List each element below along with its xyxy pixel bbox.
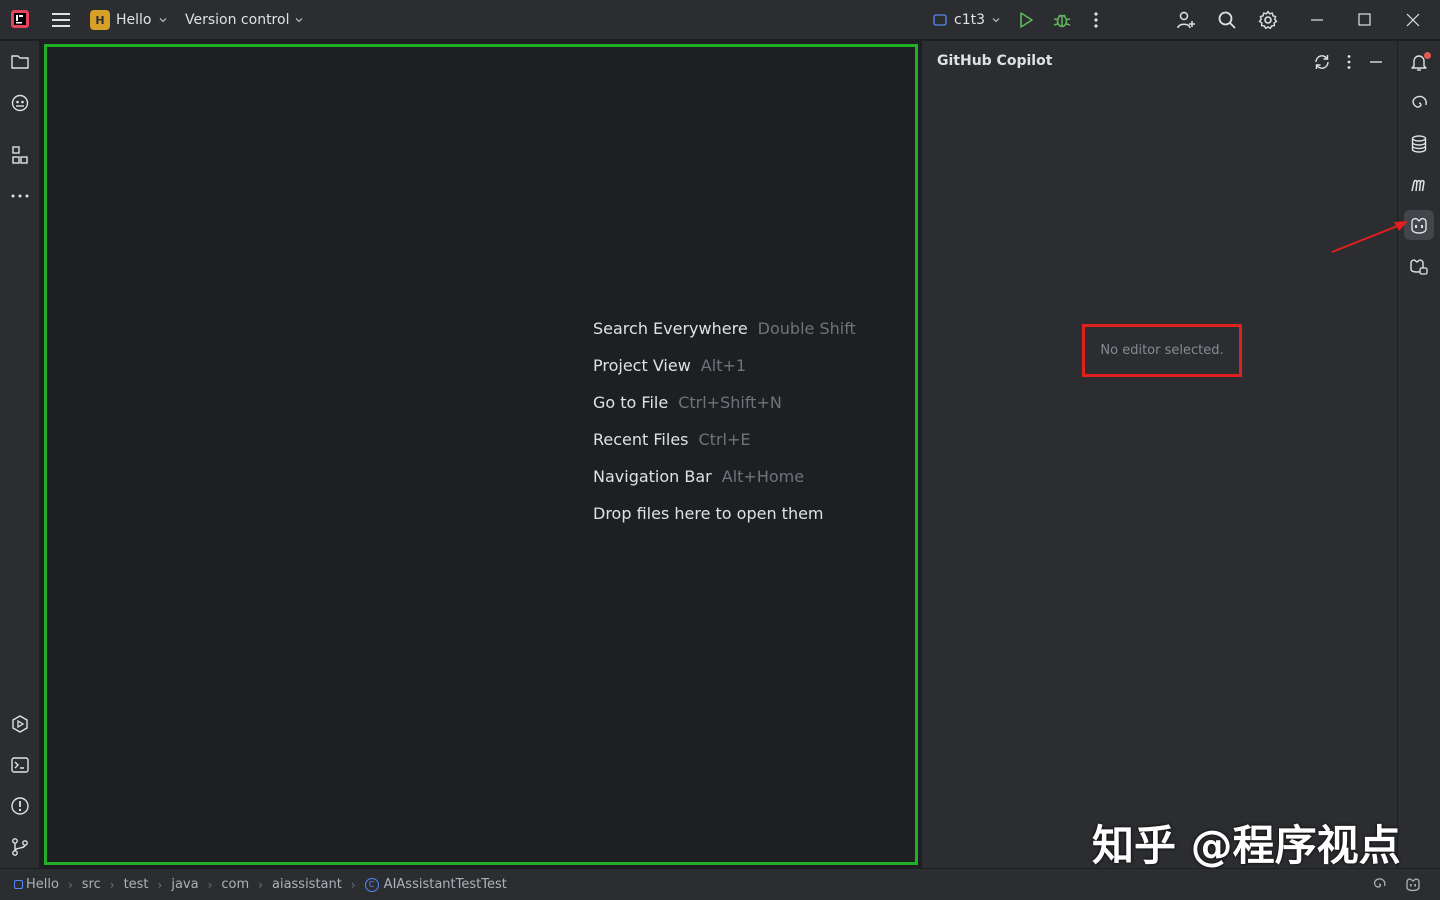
breadcrumb-item[interactable]: Hello — [26, 877, 59, 892]
empty-editor-hints: Search Everywhere Double Shift Project Vi… — [593, 319, 856, 541]
add-user-icon[interactable] — [1176, 10, 1196, 30]
run-config-icon — [933, 14, 947, 26]
main-menu-icon[interactable] — [52, 12, 70, 28]
copilot-status-icon[interactable] — [1405, 876, 1421, 892]
hint-recent-files: Recent Files Ctrl+E — [593, 430, 751, 449]
project-selector[interactable]: H Hello — [90, 8, 168, 32]
chevron-right-icon: › — [207, 877, 213, 892]
database-icon[interactable] — [1409, 134, 1429, 154]
notification-dot — [1424, 52, 1431, 59]
git-branch-icon[interactable] — [10, 837, 30, 857]
ai-assistant-status-icon[interactable] — [1371, 876, 1387, 892]
breadcrumb-item[interactable]: AIAssistantTestTest — [384, 877, 507, 892]
run-icon[interactable] — [1016, 10, 1036, 30]
hide-panel-icon[interactable] — [1367, 53, 1385, 71]
panel-options-icon[interactable] — [1340, 53, 1358, 71]
project-folder-icon[interactable] — [10, 52, 30, 72]
annotation-arrow — [1331, 221, 1408, 253]
watermark: 知乎 @程序视点 — [1092, 821, 1401, 870]
intellij-logo-icon[interactable] — [10, 9, 30, 29]
refresh-icon[interactable] — [1313, 53, 1331, 71]
chevron-down-icon — [992, 18, 1000, 23]
services-icon[interactable] — [10, 714, 30, 734]
gear-icon[interactable] — [1258, 10, 1278, 30]
breadcrumb-item[interactable]: src — [82, 877, 101, 892]
breadcrumb: Hello › src › test › java › com › aiassi… — [14, 877, 507, 892]
no-editor-message: No editor selected. — [1082, 324, 1242, 377]
copilot-tool-window: GitHub Copilot No editor selected. — [921, 41, 1397, 868]
project-name: Hello — [116, 12, 152, 28]
editor-area[interactable]: Search Everywhere Double Shift Project Vi… — [41, 41, 921, 868]
hint-drop-files: Drop files here to open them — [593, 504, 824, 523]
version-control-label: Version control — [185, 12, 290, 28]
breadcrumb-item[interactable]: test — [124, 877, 149, 892]
hint-search-everywhere: Search Everywhere Double Shift — [593, 319, 856, 338]
run-config-name: c1t3 — [954, 12, 986, 28]
more-actions-icon[interactable] — [1086, 10, 1106, 30]
hint-go-to-file: Go to File Ctrl+Shift+N — [593, 393, 782, 412]
left-tool-window-bar — [0, 41, 40, 868]
hint-navigation-bar: Navigation Bar Alt+Home — [593, 467, 805, 486]
chevron-down-icon — [296, 18, 303, 23]
chevron-right-icon: › — [350, 877, 356, 892]
breadcrumb-item[interactable]: com — [221, 877, 249, 892]
right-tool-window-bar — [1397, 41, 1440, 868]
ai-assistant-spiral-icon[interactable] — [1409, 93, 1429, 113]
class-icon: C — [364, 877, 379, 892]
title-bar: H Hello Version control c1t3 — [0, 0, 1440, 40]
problems-icon[interactable] — [10, 796, 30, 816]
chevron-right-icon: › — [109, 877, 115, 892]
github-copilot-icon[interactable] — [1409, 215, 1429, 235]
chevron-right-icon: › — [67, 877, 73, 892]
chevron-right-icon: › — [157, 877, 163, 892]
version-control-menu[interactable]: Version control — [185, 8, 304, 32]
run-configuration-selector[interactable]: c1t3 — [932, 8, 1001, 32]
structure-icon[interactable] — [10, 145, 30, 165]
terminal-icon[interactable] — [10, 755, 30, 775]
breadcrumb-item[interactable]: aiassistant — [272, 877, 342, 892]
maximize-window-icon[interactable] — [1355, 10, 1375, 30]
close-window-icon[interactable] — [1403, 10, 1423, 30]
debug-icon[interactable] — [1052, 10, 1072, 30]
breadcrumb-item[interactable]: java — [171, 877, 198, 892]
maven-icon[interactable] — [1409, 175, 1429, 195]
copilot-chat-icon[interactable] — [1409, 257, 1429, 277]
project-badge: H — [90, 10, 110, 30]
more-tool-windows-icon[interactable] — [10, 186, 30, 206]
chevron-right-icon: › — [258, 877, 263, 892]
status-bar: Hello › src › test › java › com › aiassi… — [0, 868, 1440, 900]
panel-title: GitHub Copilot — [937, 53, 1053, 69]
module-icon — [14, 880, 23, 889]
hint-project-view: Project View Alt+1 — [593, 356, 747, 375]
copilot-chat-icon[interactable] — [10, 93, 30, 113]
chevron-down-icon — [159, 18, 166, 23]
search-icon[interactable] — [1217, 10, 1237, 30]
minimize-window-icon[interactable] — [1307, 10, 1327, 30]
